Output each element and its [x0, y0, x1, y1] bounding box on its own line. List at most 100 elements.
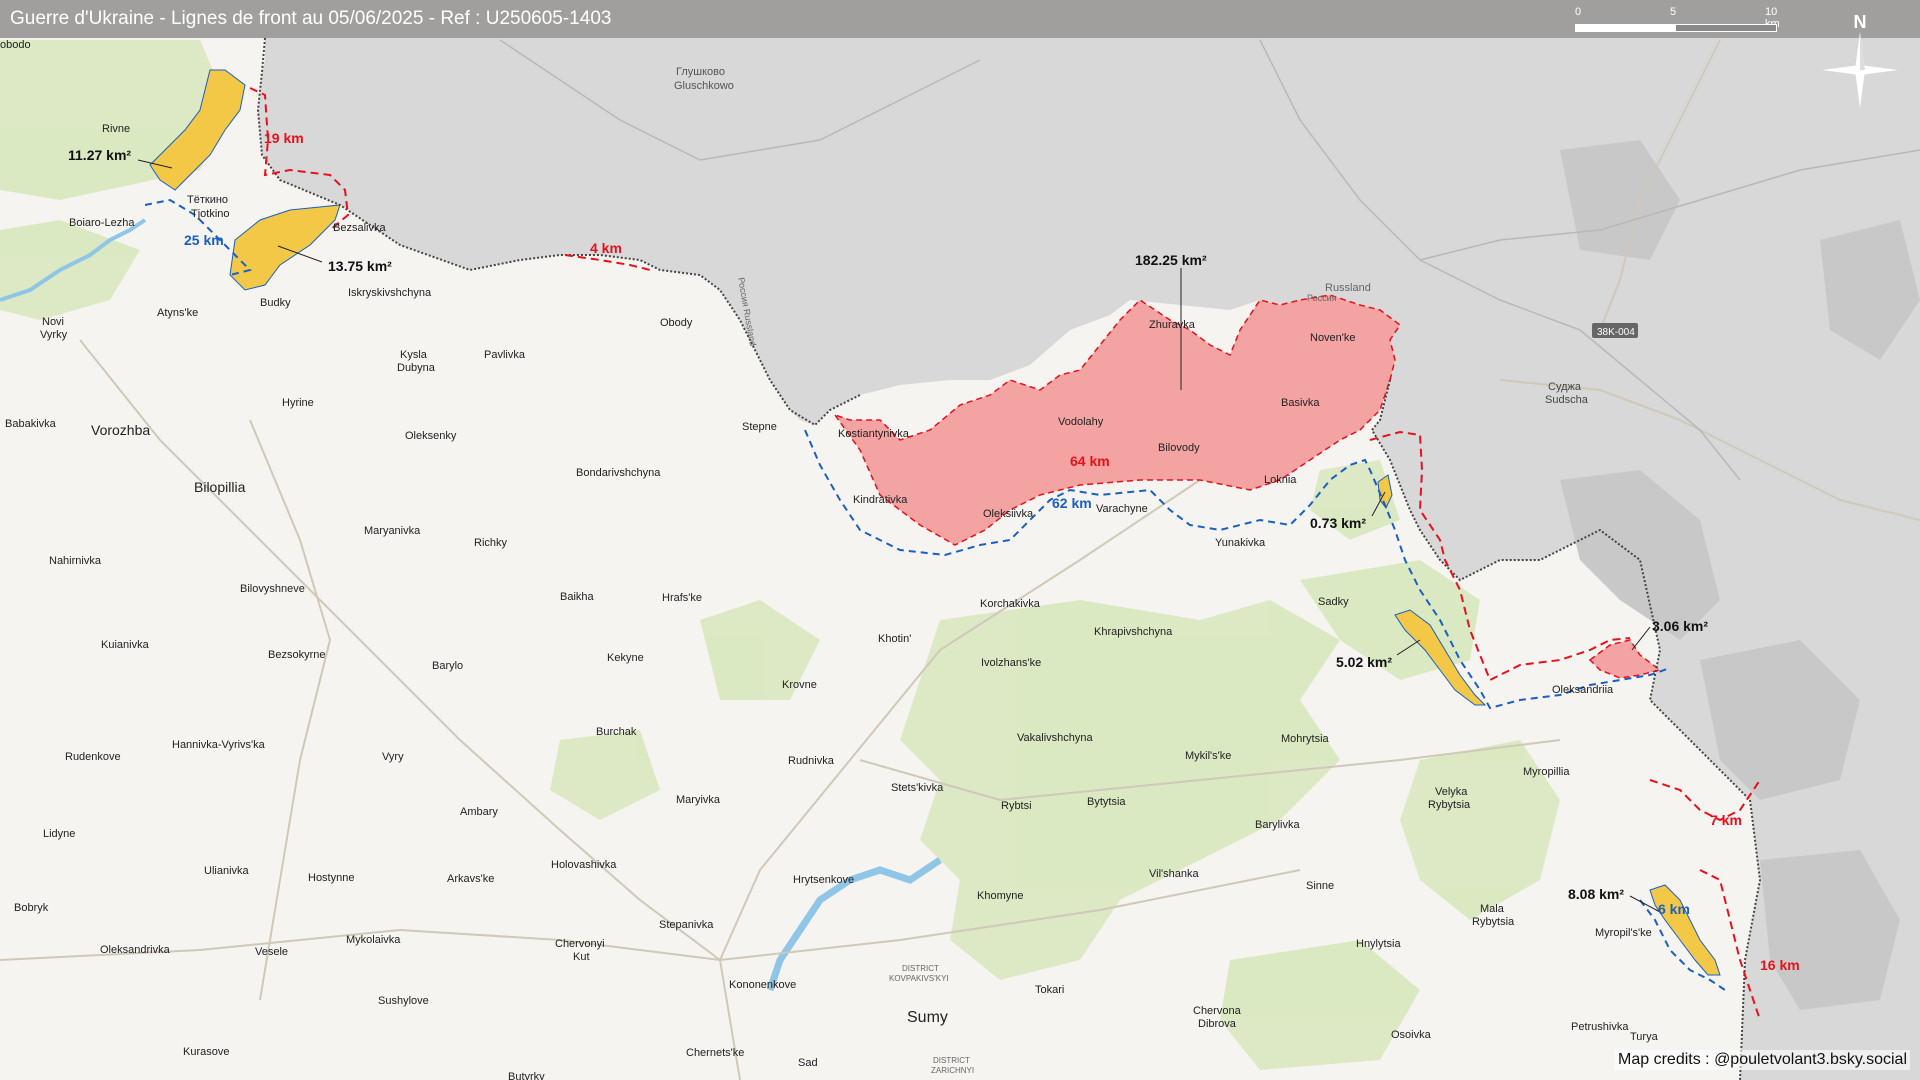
label-bytytsia: Bytytsia: [1087, 796, 1126, 808]
label-vesele: Vesele: [255, 946, 288, 958]
road-badge-text: 38K-004: [1597, 327, 1635, 338]
area-label-2: 13.75 km²: [328, 258, 392, 274]
label-kut: Kut: [573, 951, 590, 963]
label-kysla: Kysla: [400, 349, 428, 361]
map-title: Guerre d'Ukraine - Lignes de front au 05…: [10, 8, 612, 29]
map-credits: Map credits : @pouletvolant3.bsky.social: [1615, 1050, 1910, 1070]
label-myropillia: Myropillia: [1523, 766, 1570, 778]
label-mykilske: Mykil's'ke: [1185, 750, 1231, 762]
distance-label-6: 6 km: [1658, 901, 1690, 917]
label-bobryk: Bobryk: [14, 902, 49, 914]
label-oleksandrivka: Oleksandrivka: [100, 944, 171, 956]
label-pavlivka: Pavlivka: [484, 349, 526, 361]
label-vyry: Vyry: [382, 751, 404, 763]
scale-segment-white: [1575, 24, 1677, 32]
label-hyrine: Hyrine: [282, 397, 314, 409]
label-hnylytsia: Hnylytsia: [1356, 938, 1402, 950]
label-atynske: Atyns'ke: [157, 307, 198, 319]
distance-label-19: 19 km: [264, 130, 304, 146]
label-sinne: Sinne: [1306, 880, 1334, 892]
label-iskryskivshchyna: Iskryskivshchyna: [348, 287, 432, 299]
label-rossiya: Россия: [1307, 293, 1337, 303]
label-obodo: obodo: [0, 39, 31, 51]
label-novi: Novi: [42, 316, 64, 328]
label-turya: Turya: [1630, 1031, 1659, 1043]
label-rudenkove: Rudenkove: [65, 751, 121, 763]
label-barylivka: Barylivka: [1255, 819, 1301, 831]
label-bilovody: Bilovody: [1158, 442, 1200, 454]
label-oleksandriia: Oleksandriia: [1552, 684, 1614, 696]
label-tokari: Tokari: [1035, 984, 1064, 996]
area-label-5: 5.02 km²: [1336, 654, 1392, 670]
label-sad: Sad: [798, 1057, 818, 1069]
area-label-3: 182.25 km²: [1135, 252, 1207, 268]
area-label-1: 11.27 km²: [68, 147, 131, 163]
label-district1b: KOVPAKIVS'KYI: [889, 974, 949, 983]
label-glushkovo: Gluschkowo: [674, 80, 734, 92]
label-varachyne: Varachyne: [1096, 503, 1148, 515]
label-rudnivka: Rudnivka: [788, 755, 835, 767]
label-rybytsia: Rybytsia: [1428, 799, 1471, 811]
label-rivne: Rivne: [102, 123, 130, 135]
label-stepne: Stepne: [742, 421, 777, 433]
compass-rose: N: [1810, 8, 1910, 118]
label-kononenkove: Kononenkove: [729, 979, 796, 991]
label-bondarivshchyna: Bondarivshchyna: [576, 467, 661, 479]
label-tetkino: Тёткино: [187, 194, 228, 206]
label-district2: DISTRICT: [933, 1056, 970, 1065]
front-line-map[interactable]: obodo Rivne Тёткино Tjotkino Boiaro-Lezh…: [0, 0, 1920, 1080]
label-maryivka: Maryivka: [676, 794, 721, 806]
distance-label-16: 16 km: [1760, 957, 1800, 973]
scale-tick-0: 0: [1575, 6, 1582, 18]
label-yunakivka: Yunakivka: [1215, 537, 1266, 549]
label-mala-rybytsia: Rybytsia: [1472, 916, 1515, 928]
label-sumy: Sumy: [907, 1009, 948, 1026]
scale-bar: 0 5 10 km: [1575, 6, 1780, 36]
label-bilopillia: Bilopillia: [194, 479, 246, 495]
label-ambary: Ambary: [460, 806, 498, 818]
label-loknia: Loknia: [1264, 474, 1297, 486]
label-hostynne: Hostynne: [308, 872, 354, 884]
label-zhuravka: Zhuravka: [1149, 319, 1196, 331]
label-chervonyi: Chervonyi: [555, 938, 605, 950]
compass-north-label: N: [1854, 12, 1867, 32]
label-dibrova: Dibrova: [1198, 1018, 1237, 1030]
label-burchak: Burchak: [596, 726, 637, 738]
label-district1: DISTRICT: [902, 964, 939, 973]
label-korchakivka: Korchakivka: [980, 598, 1041, 610]
distance-label-4: 4 km: [590, 240, 622, 256]
area-label-4: 0.73 km²: [1310, 515, 1366, 531]
label-rybtsi: Rybtsi: [1001, 800, 1032, 812]
label-stetskivka: Stets'kivka: [891, 782, 944, 794]
label-kuianivka: Kuianivka: [101, 639, 150, 651]
label-novenke: Noven'ke: [1310, 332, 1356, 344]
label-ulianivka: Ulianivka: [204, 865, 250, 877]
scale-segment-grey: [1675, 24, 1777, 32]
label-mala: Mala: [1480, 903, 1505, 915]
label-mohrytsia: Mohrytsia: [1281, 733, 1330, 745]
label-baikha: Baikha: [560, 591, 595, 603]
distance-label-25: 25 km: [184, 232, 224, 248]
label-glushkovo-ru: Глушково: [676, 66, 725, 78]
label-bilovyshneve: Bilovyshneve: [240, 583, 305, 595]
label-khrapivshchyna: Khrapivshchyna: [1094, 626, 1173, 638]
label-stepanivka: Stepanivka: [659, 919, 714, 931]
label-butyrky: Butyrky: [508, 1071, 545, 1080]
label-sushylove: Sushylove: [378, 995, 429, 1007]
label-kostiantynivka: Kostiantynivka: [838, 428, 910, 440]
label-babakivka: Babakivka: [5, 418, 57, 430]
distance-label-62: 62 km: [1052, 495, 1092, 511]
label-petrushivka: Petrushivka: [1571, 1021, 1629, 1033]
label-sudzha: Sudscha: [1545, 394, 1589, 406]
label-hrytsenkove: Hrytsenkove: [793, 874, 854, 886]
label-maryanivka: Maryanivka: [364, 525, 421, 537]
label-nahirnivka: Nahirnivka: [49, 555, 102, 567]
label-khomyne: Khomyne: [977, 890, 1023, 902]
scale-tick-5: 5: [1670, 6, 1677, 18]
area-label-7: 8.08 km²: [1568, 886, 1624, 902]
label-vilshanka: Vil'shanka: [1149, 868, 1199, 880]
label-ivolzhanske: Ivolzhans'ke: [981, 657, 1041, 669]
label-myropilske: Myropil's'ke: [1595, 927, 1652, 939]
label-tjotkino: Tjotkino: [191, 208, 230, 220]
label-bezsokyrne: Bezsokyrne: [268, 649, 325, 661]
